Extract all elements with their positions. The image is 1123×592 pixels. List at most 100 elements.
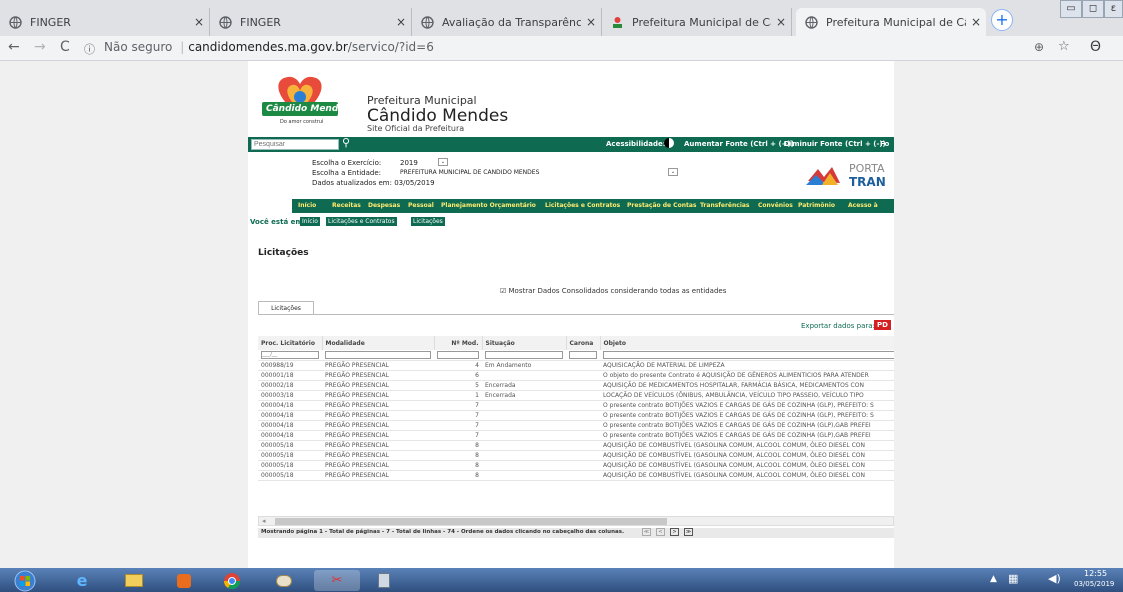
file-explorer-icon[interactable] (114, 570, 154, 591)
col-header-carona[interactable]: Carona (566, 336, 601, 350)
entidade-dropdown-icon[interactable]: ⌄ (668, 168, 678, 176)
table-row[interactable]: 000004/18 PREGÃO PRESENCIAL 7 O presente co… (258, 400, 894, 411)
menu-planejamento[interactable]: Planejamento Orçamentário (441, 202, 536, 209)
table-row[interactable]: 000005/18 PREGÃO PRESENCIAL 8 AQUISIÇÃO DE … (258, 470, 894, 481)
font-increase-link[interactable]: Aumentar Fonte (Ctrl + (+)) (684, 140, 794, 148)
close-icon[interactable]: × (966, 15, 986, 29)
close-icon[interactable]: × (581, 15, 601, 29)
cell-nmod: 7 (434, 430, 482, 441)
contrast-icon[interactable] (664, 138, 674, 148)
table-row[interactable]: 000005/18 PREGÃO PRESENCIAL 8 AQUISIÇÃO DE … (258, 450, 894, 461)
horizontal-scrollbar[interactable]: ◂ (258, 516, 894, 526)
col-header-objeto[interactable]: Objeto (600, 336, 894, 350)
col-header-situacao[interactable]: Situação (482, 336, 567, 350)
profile-icon[interactable]: Θ (1090, 39, 1101, 55)
menu-receitas[interactable]: Receitas (332, 202, 361, 209)
minimize-button[interactable]: ▭ (1060, 0, 1082, 18)
portal-text-1: PORTA (849, 162, 885, 175)
address-bar[interactable]: Não seguro | candidomendes.ma.gov.br/serv… (104, 40, 434, 54)
start-button[interactable] (10, 570, 40, 591)
internet-explorer-icon[interactable]: e (62, 570, 102, 591)
info-icon[interactable]: ⓘ (84, 41, 95, 57)
maximize-button[interactable]: ◻ (1082, 0, 1104, 18)
reload-icon[interactable]: C (60, 39, 70, 55)
filter-nmod[interactable] (437, 350, 479, 359)
breadcrumb-inicio[interactable]: Início (300, 217, 320, 226)
menu-pessoal[interactable]: Pessoal (408, 202, 434, 209)
checkbox-icon[interactable]: ☑ (500, 287, 509, 295)
scroll-left-icon[interactable]: ◂ (262, 517, 266, 525)
close-icon[interactable]: × (771, 15, 791, 29)
clock-date[interactable]: 03/05/2019 (1074, 580, 1114, 588)
table-row[interactable]: 000002/18 PREGÃO PRESENCIAL 5 Encerrada AQUI… (258, 380, 894, 391)
new-tab-button[interactable]: + (991, 9, 1013, 31)
col-header-nmod[interactable]: Nº Mod. (434, 336, 483, 350)
font-extra-link[interactable]: Fo (880, 140, 889, 148)
browser-tab-4[interactable]: Prefeitura Municipal de Cândido × (602, 8, 792, 36)
search-icon[interactable]: ⚲ (342, 136, 350, 149)
browser-tab-1[interactable]: FINGER × (0, 8, 210, 36)
table-row[interactable]: 000004/18 PREGÃO PRESENCIAL 7 O presente co… (258, 430, 894, 441)
next-page-button[interactable]: > (670, 528, 679, 536)
search-input[interactable] (251, 139, 339, 150)
table-row[interactable]: 000003/18 PREGÃO PRESENCIAL 1 Encerrada LOCA… (258, 390, 894, 401)
zoom-icon[interactable]: ⊕ (1034, 40, 1044, 54)
menu-transferencias[interactable]: Transferências (700, 202, 750, 209)
col-header-proc[interactable]: Proc. Licitatório (258, 336, 323, 350)
clock-time[interactable]: 12:55 (1084, 569, 1107, 578)
table-row[interactable]: 000004/18 PREGÃO PRESENCIAL 7 O presente co… (258, 420, 894, 431)
entidade-value[interactable]: PREFEITURA MUNICIPAL DE CANDIDO MENDES (400, 169, 539, 176)
scrollbar-thumb[interactable] (275, 518, 667, 525)
menu-licitacoes[interactable]: Licitações e Contratos (545, 202, 620, 209)
browser-tab-5-active[interactable]: Prefeitura Municipal de Cândido × (796, 8, 986, 36)
volume-icon[interactable]: ◀) (1048, 572, 1061, 585)
close-icon[interactable]: × (391, 15, 411, 29)
table-row[interactable]: 000004/18 PREGÃO PRESENCIAL 7 O presente co… (258, 410, 894, 421)
col-header-modalidade[interactable]: Modalidade (322, 336, 435, 350)
chrome-icon[interactable] (212, 570, 252, 591)
last-page-button[interactable]: ≫ (684, 528, 693, 536)
forward-arrow-icon[interactable]: → (34, 39, 46, 55)
page-background-left (0, 61, 248, 572)
network-icon[interactable]: ▦ (1008, 572, 1018, 585)
prev-page-button[interactable]: < (656, 528, 665, 536)
exercicio-dropdown-icon[interactable]: ⌄ (438, 158, 448, 166)
menu-inicio[interactable]: Início (298, 202, 316, 209)
menu-patrimonio[interactable]: Patrimônio (798, 202, 835, 209)
menu-despesas[interactable]: Despesas (368, 202, 400, 209)
tray-arrow-icon[interactable]: ▲ (990, 574, 997, 584)
font-decrease-link[interactable]: Diminuir Fonte (Ctrl + (-)) (784, 140, 886, 148)
cell-situacao (482, 440, 566, 451)
table-row[interactable]: 000001/18 PREGÃO PRESENCIAL 6 O objeto do p… (258, 370, 894, 381)
calculator-icon[interactable] (364, 570, 404, 591)
table-row[interactable]: 000005/18 PREGÃO PRESENCIAL 8 AQUISIÇÃO DE … (258, 440, 894, 451)
paint-icon[interactable] (264, 570, 304, 591)
first-page-button[interactable]: ≪ (642, 528, 651, 536)
breadcrumb-licitacoes[interactable]: Licitações (411, 217, 445, 226)
media-player-icon[interactable] (164, 570, 204, 591)
menu-prestacao[interactable]: Prestação de Contas (627, 202, 696, 209)
close-window-button[interactable]: ε (1104, 0, 1123, 18)
tab-licitacoes[interactable]: Licitações (258, 301, 314, 315)
browser-tab-3[interactable]: Avaliação da Transparência dos × (412, 8, 602, 36)
table-row[interactable]: 000005/18 PREGÃO PRESENCIAL 8 AQUISIÇÃO DE … (258, 460, 894, 471)
bookmark-star-icon[interactable]: ☆ (1058, 39, 1070, 54)
breadcrumb-licitacoes-contratos[interactable]: Licitações e Contratos (326, 217, 397, 226)
security-label: Não seguro (104, 40, 173, 54)
exercicio-value[interactable]: 2019 (400, 159, 418, 167)
close-icon[interactable]: × (189, 15, 209, 29)
filter-modalidade[interactable] (325, 350, 431, 359)
cell-proc: 000004/18 (258, 410, 322, 421)
filter-carona[interactable] (569, 350, 597, 359)
export-pdf-icon[interactable]: PD (874, 320, 891, 330)
menu-convenios[interactable]: Convênios (758, 202, 793, 209)
table-row[interactable]: 000988/19 PREGÃO PRESENCIAL 4 Em Andamento A… (258, 360, 894, 371)
menu-acesso[interactable]: Acesso à (848, 202, 878, 209)
consolidated-checkbox[interactable]: ☑ Mostrar Dados Consolidados considerand… (500, 287, 726, 295)
browser-tab-2[interactable]: FINGER × (210, 8, 412, 36)
snipping-tool-icon[interactable]: ✂ (314, 570, 360, 591)
filter-proc[interactable] (261, 350, 319, 359)
filter-objeto[interactable] (603, 350, 894, 359)
filter-situacao[interactable] (485, 350, 563, 359)
back-arrow-icon[interactable]: ← (8, 39, 20, 55)
